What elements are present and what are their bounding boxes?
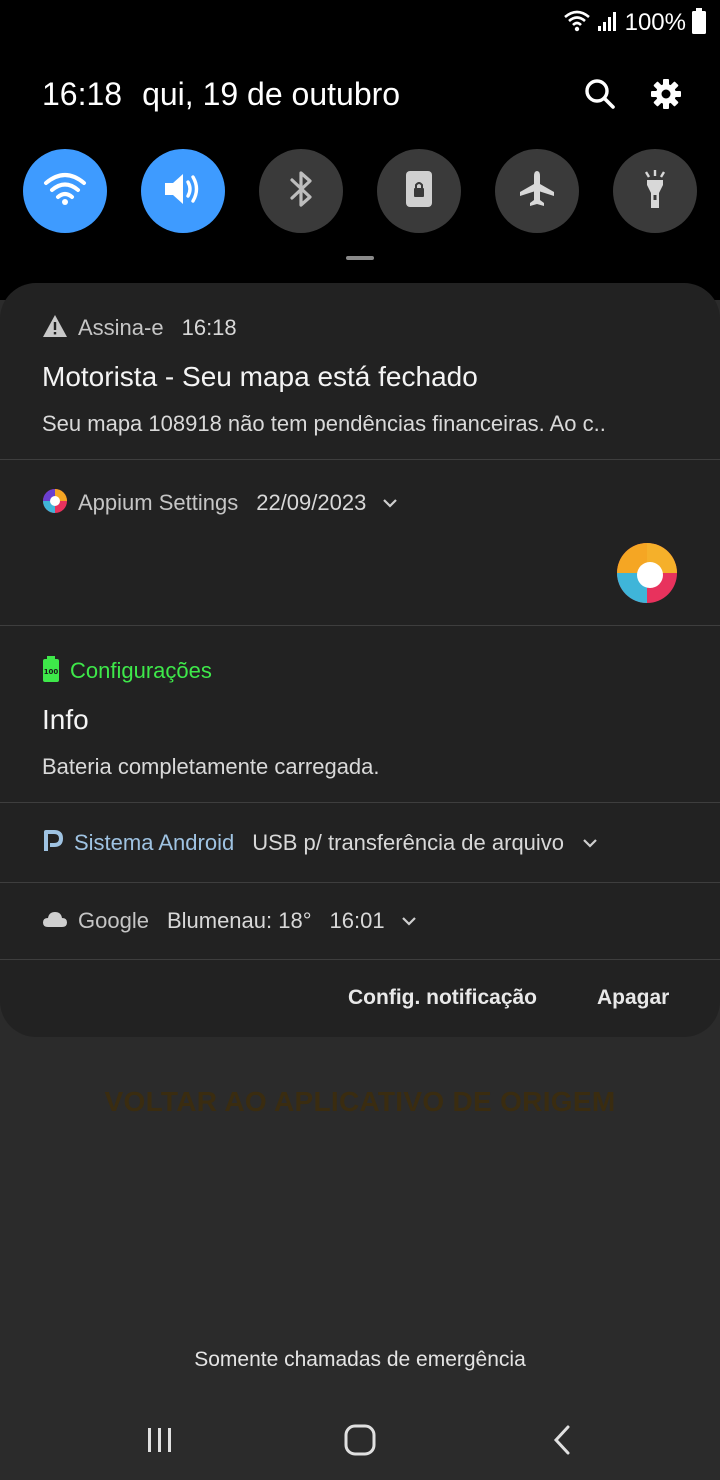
signal-icon (597, 9, 619, 38)
battery-icon (692, 7, 706, 39)
notification-sistema-android[interactable]: Sistema Android USB p/ transferência de … (0, 803, 720, 883)
app-name: Appium Settings (78, 490, 239, 515)
panel-actions: Config. notificação Apagar (0, 961, 720, 1017)
recents-icon[interactable] (130, 1418, 190, 1462)
wifi-status-icon (563, 9, 591, 38)
quick-toggles (23, 149, 697, 233)
sound-icon (161, 171, 205, 212)
settings-gear-icon[interactable] (650, 78, 682, 110)
battery-full-icon: 100 (42, 655, 60, 687)
clear-all-button[interactable]: Apagar (597, 961, 669, 1035)
flashlight-toggle[interactable] (613, 149, 697, 233)
panel-drag-handle[interactable] (346, 256, 374, 260)
bluetooth-toggle[interactable] (259, 149, 343, 233)
notification-time: 16:01 (329, 908, 385, 933)
lock-screen: 100% 16:18 qui, 19 de outubro Assina-e 1… (0, 0, 720, 1480)
date-time-row: 16:18 qui, 19 de outubro (42, 72, 682, 116)
airplane-mode-toggle[interactable] (495, 149, 579, 233)
screen-lock-icon (403, 169, 435, 214)
app-name: Assina-e (78, 315, 164, 340)
notification-title: Info (42, 704, 89, 735)
appium-app-icon (42, 488, 68, 519)
chevron-down-icon[interactable] (582, 838, 598, 848)
app-name: Sistema Android (74, 830, 235, 855)
notification-google[interactable]: Google Blumenau: 18° 16:01 (0, 883, 720, 960)
weather-text: Blumenau: 18° (166, 908, 312, 933)
notification-title: Motorista - Seu mapa está fechado (42, 361, 478, 392)
battery-percentage: 100% (624, 9, 686, 36)
clock: 16:18 (42, 75, 123, 112)
notification-time: 16:18 (181, 315, 237, 340)
notification-body: Bateria completamente carregada. (42, 754, 380, 779)
warning-icon (42, 314, 68, 343)
back-icon[interactable] (532, 1418, 592, 1462)
flashlight-icon (639, 168, 671, 215)
usb-p-icon (42, 829, 64, 858)
navigation-bar (0, 1400, 720, 1480)
notification-body: Seu mapa 108918 não tem pendências finan… (42, 411, 606, 436)
search-icon[interactable] (584, 78, 616, 110)
appium-large-icon (616, 542, 678, 604)
quick-panel: 100% 16:18 qui, 19 de outubro (0, 0, 720, 300)
cloud-icon (42, 910, 68, 933)
status-bar: 100% (563, 6, 706, 40)
date-label[interactable]: qui, 19 de outubro (142, 76, 400, 113)
chevron-down-icon[interactable] (382, 498, 398, 508)
notification-panel: Assina-e 16:18 Motorista - Seu mapa está… (0, 283, 720, 1037)
home-icon[interactable] (330, 1418, 390, 1462)
notification-text: USB p/ transferência de arquivo (252, 830, 565, 855)
app-name: Google (78, 908, 149, 933)
screen-lock-toggle[interactable] (377, 149, 461, 233)
notification-date: 22/09/2023 (256, 490, 367, 515)
airplane-icon (516, 168, 558, 215)
notification-appium[interactable]: Appium Settings 22/09/2023 (0, 460, 720, 626)
wifi-icon (43, 171, 87, 212)
chevron-down-icon[interactable] (401, 916, 417, 926)
app-name: Configurações (70, 658, 212, 683)
bluetooth-icon (286, 169, 316, 214)
svg-text:100: 100 (44, 668, 59, 676)
back-to-app-button[interactable]: VOLTAR AO APLICATIVO DE ORIGEM (0, 1086, 720, 1118)
sound-toggle[interactable] (141, 149, 225, 233)
emergency-calls-label: Somente chamadas de emergência (194, 1348, 526, 1371)
wifi-toggle[interactable] (23, 149, 107, 233)
notification-settings-button[interactable]: Config. notificação (348, 961, 537, 1035)
header-actions (584, 72, 682, 116)
notification-assina-e[interactable]: Assina-e 16:18 Motorista - Seu mapa está… (0, 283, 720, 460)
notification-configuracoes[interactable]: 100 Configurações Info Bateria completam… (0, 626, 720, 803)
